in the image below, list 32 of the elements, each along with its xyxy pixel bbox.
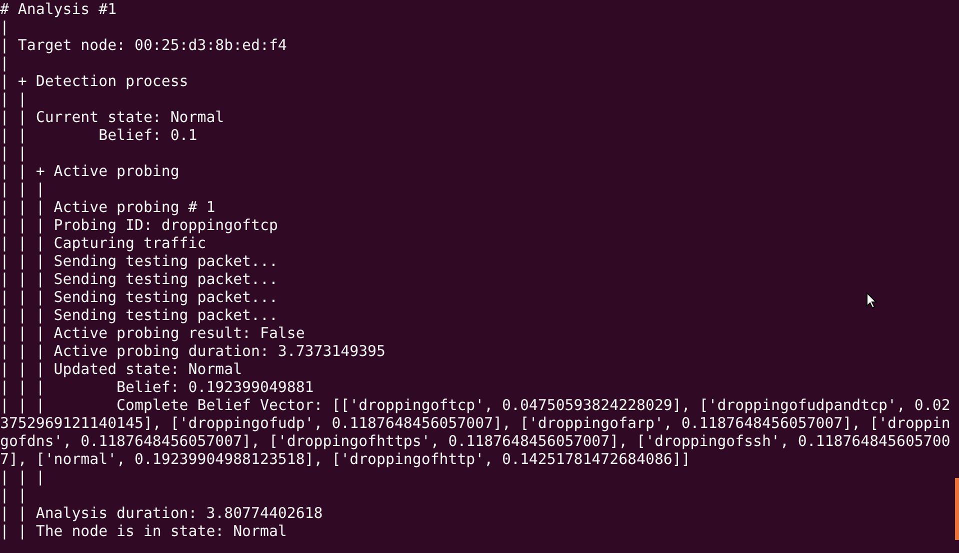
terminal-line: | + Detection process	[0, 72, 188, 90]
terminal-line: |	[0, 18, 9, 36]
scrollbar-thumb	[955, 478, 959, 540]
terminal-line: | | |	[0, 468, 45, 486]
terminal-line: # Analysis #1	[0, 0, 117, 18]
terminal-line: | | |	[0, 180, 45, 198]
terminal-line: | | | Active probing duration: 3.7373149395	[0, 342, 386, 360]
terminal-line: | Target node: 00:25:d3:8b:ed:f4	[0, 36, 287, 54]
terminal-line: | | | Sending testing packet...	[0, 306, 278, 324]
terminal-line: 3752969121140145], ['droppingofudp', 0.1187648456057007], ['droppingofarp', 0.1187648456057007], ['droppin	[0, 414, 950, 432]
terminal-line: | | + Active probing	[0, 162, 180, 180]
terminal-line: | | | Updated state: Normal	[0, 360, 242, 378]
terminal-line: | | | Active probing result: False	[0, 324, 305, 342]
terminal-line: | | | Sending testing packet...	[0, 288, 278, 306]
terminal-line: | |	[0, 144, 27, 162]
terminal-line: | | | Complete Belief Vector: [['droppingoftcp', 0.04750593824228029], ['droppingofudpandtcp', 0.02	[0, 396, 950, 414]
terminal-line: | | Analysis duration: 3.80774402618	[0, 504, 323, 522]
terminal-line: | | | Active probing # 1	[0, 198, 216, 216]
terminal-line: | | | Capturing traffic	[0, 234, 206, 252]
terminal-line: 7], ['normal', 0.19239904988123518], ['droppingofhttp', 0.14251781472684086]]	[0, 450, 690, 468]
terminal-line: | |	[0, 90, 27, 108]
terminal-line: | | Current state: Normal	[0, 108, 224, 126]
terminal-line: | | | Belief: 0.192399049881	[0, 378, 314, 396]
mouse-pointer-icon	[866, 292, 877, 309]
terminal-line: | | | Sending testing packet...	[0, 270, 278, 288]
terminal-line: | | | Sending testing packet...	[0, 252, 278, 270]
terminal-line: | | | Probing ID: droppingoftcp	[0, 216, 278, 234]
terminal-line: | |	[0, 486, 27, 504]
terminal-line: | | Belief: 0.1	[0, 126, 198, 144]
terminal-line: gofdns', 0.1187648456057007], ['droppingofhttps', 0.1187648456057007], ['droppingofssh', 0.118764845605700	[0, 432, 950, 450]
terminal-line: |	[0, 54, 9, 72]
terminal-line: | | The node is in state: Normal	[0, 522, 287, 540]
